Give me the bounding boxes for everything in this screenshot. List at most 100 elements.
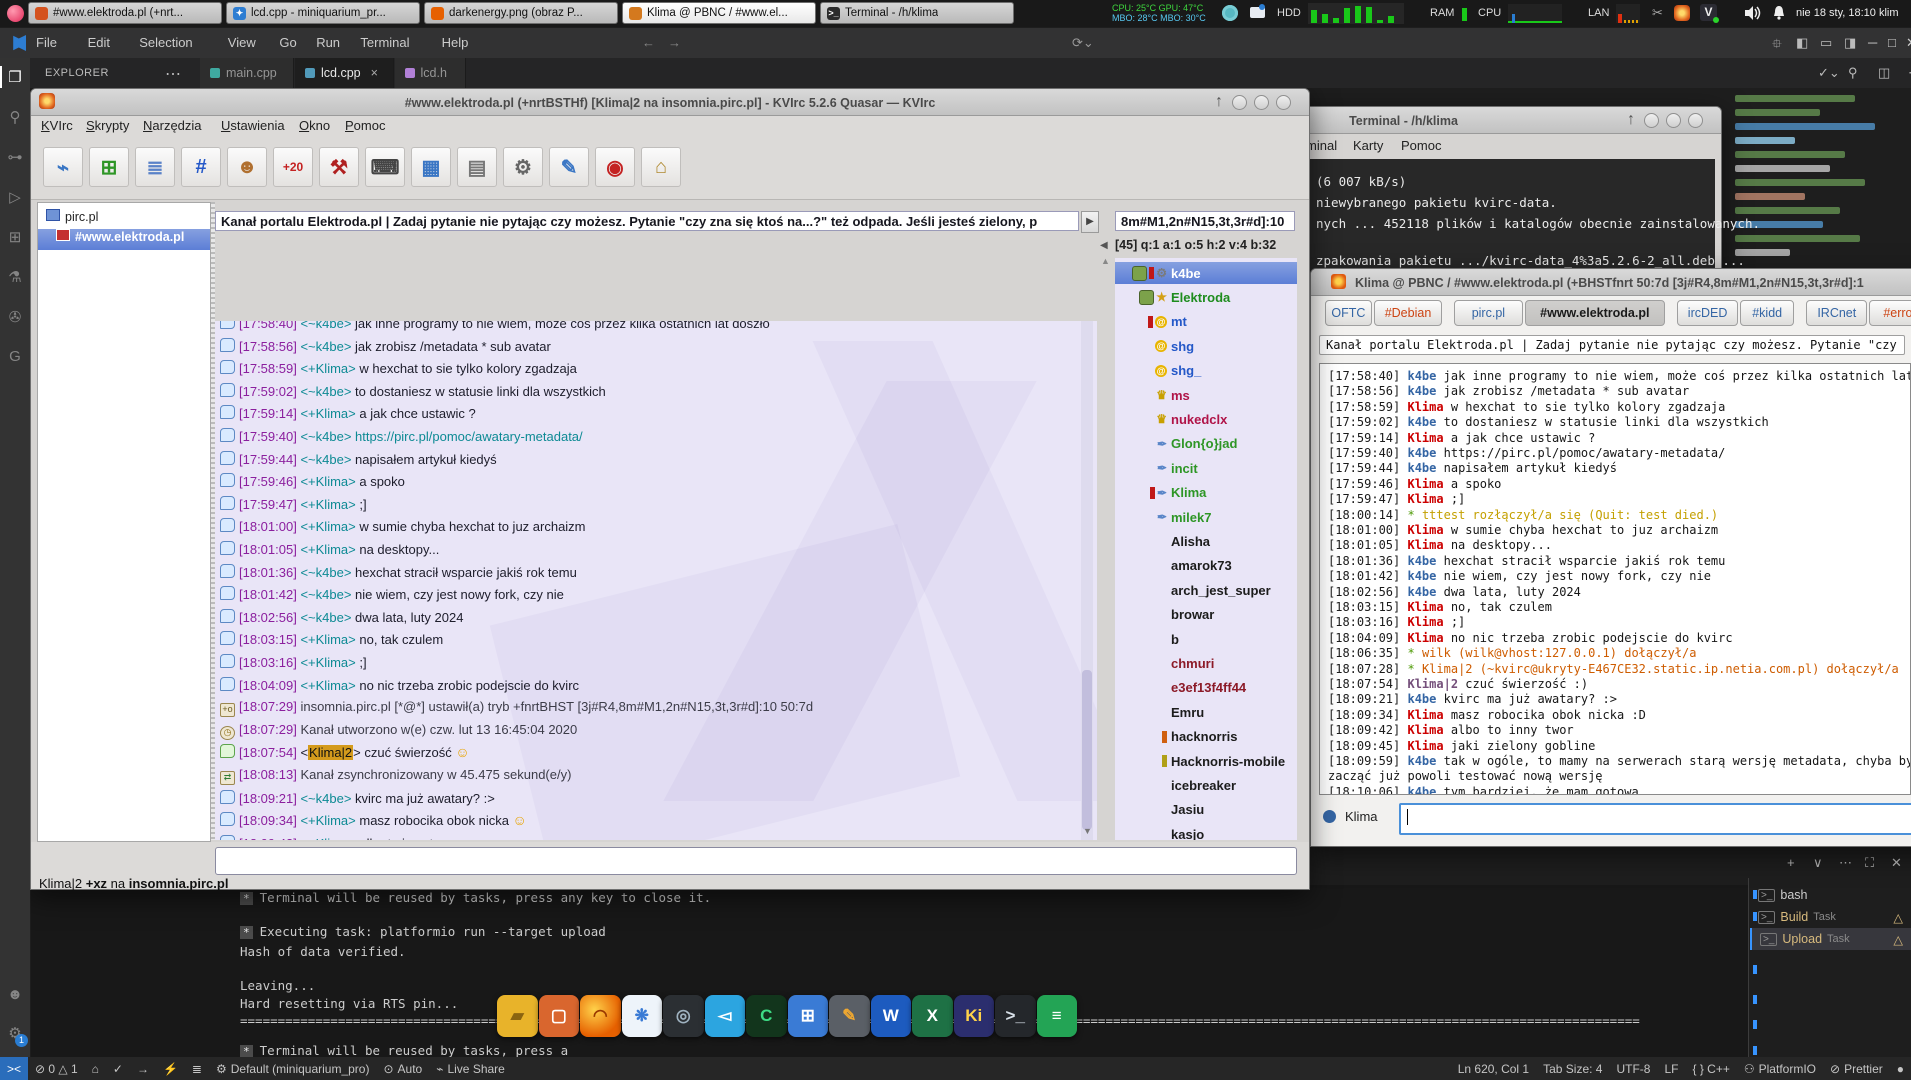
activity-platformio-icon[interactable]: G (0, 348, 30, 365)
menu-selection[interactable]: Selection (139, 35, 192, 50)
kvirc-message-input[interactable] (215, 847, 1297, 875)
activity-run-debug-icon[interactable]: ▷ (0, 188, 30, 206)
panel-new-terminal-icon[interactable]: + (1787, 855, 1795, 870)
taskbar-window-0[interactable]: #www.elektroda.pl (+nrt... (28, 2, 222, 24)
nicklist-item-hacknorris[interactable]: hacknorris (1115, 726, 1297, 748)
nick[interactable]: <+Klima> (300, 497, 355, 512)
channel-tab-kidd[interactable]: #kidd (1740, 300, 1794, 326)
channel-tab-pirc.pl[interactable]: pirc.pl (1454, 300, 1522, 326)
panel-panel-more-icon[interactable]: ⋯ (1839, 855, 1852, 871)
minimize-button[interactable] (1232, 95, 1247, 110)
mail-notification-icon[interactable] (1250, 7, 1265, 18)
clipboard-clip-icon[interactable]: ✂ (1652, 5, 1663, 21)
menu-go[interactable]: Go (279, 35, 296, 50)
status-notifications-bell[interactable]: ● (1890, 1062, 1911, 1076)
nav-back-icon[interactable]: ← (642, 35, 655, 50)
fan-icon[interactable] (1222, 5, 1238, 21)
nicklist-item-k4be[interactable]: ⚙k4be (1115, 262, 1297, 284)
help-icon[interactable]: ◉ (595, 147, 635, 187)
clock[interactable]: nie 18 sty, 18:10 klim (1796, 7, 1908, 19)
dock-excel[interactable]: X (912, 995, 953, 1037)
nicklist-item-ms[interactable]: ♛ms (1115, 384, 1297, 406)
pio-upload-icon[interactable]: → (130, 1062, 156, 1076)
highlighted-nick[interactable]: Klima|2 (308, 745, 353, 760)
status-encoding[interactable]: UTF-8 (1609, 1062, 1657, 1076)
chat-scrollbar-thumb[interactable] (1082, 670, 1092, 830)
terminal-menu-pomoc[interactable]: Pomoc (1401, 138, 1441, 153)
nicklist-item-e3ef13f4ff44[interactable]: e3ef13f4ff44 (1115, 677, 1297, 699)
channel-tab-ircDED[interactable]: ircDED (1677, 300, 1738, 326)
nick[interactable]: <+Klima> (300, 632, 355, 647)
nicklist-item-shg[interactable]: @shg (1115, 335, 1297, 357)
minimize-button[interactable] (1644, 113, 1659, 128)
dock-file-manager[interactable]: ▰ (497, 995, 538, 1037)
tab-lcd.cpp[interactable]: lcd.cpp× (295, 58, 394, 88)
nicklist-item-Glonojad[interactable]: ✒Glon{o}jad (1115, 433, 1297, 455)
dock-calculator[interactable]: ⊞ (788, 995, 829, 1037)
nicklist-item-Emru[interactable]: Emru (1115, 701, 1297, 723)
maximize-button[interactable] (1666, 113, 1681, 128)
nicklist-scroll-up-icon[interactable]: ▲ (1101, 256, 1110, 266)
nicklist-item-incit[interactable]: ✒incit (1115, 457, 1297, 479)
nick[interactable]: <~k4be> (300, 610, 351, 625)
activity-extensions-icon[interactable]: ⊞ (0, 228, 30, 246)
status-platformio[interactable]: ⚇PlatformIO (1737, 1062, 1823, 1076)
channel-tab-www.elektroda.pl[interactable]: #www.elektroda.pl (1525, 300, 1665, 326)
activity-source-control-icon[interactable]: ⊶ (0, 148, 30, 166)
nick[interactable]: <+Klima> (300, 836, 355, 840)
account-icon[interactable]: ☻ (0, 986, 30, 1003)
nick[interactable]: <~k4be> (300, 791, 351, 806)
dock-sheets[interactable]: ≡ (1037, 995, 1078, 1037)
activity-remote-icon[interactable]: ✇ (0, 308, 30, 326)
terminal-list-bash[interactable]: >_bash (1750, 884, 1911, 906)
terminal-list-upload[interactable]: >_UploadTask△ (1750, 928, 1911, 950)
close-button[interactable] (1276, 95, 1291, 110)
dock-image-editor[interactable]: ✎ (829, 995, 870, 1037)
panel-panel-maximize-icon[interactable]: ⛶ (1865, 855, 1874, 871)
nicklist-item-amarok73[interactable]: amarok73 (1115, 555, 1297, 577)
nick[interactable]: <~k4be> (300, 339, 351, 354)
dock-word[interactable]: W (871, 995, 912, 1037)
sync-dropdown-icon[interactable]: ⟳⌄ (1072, 35, 1094, 51)
nicklist-item-Klima[interactable]: ✒Klima (1115, 482, 1297, 504)
menu-help[interactable]: Help (442, 35, 469, 50)
kvirc-menu-5[interactable]: Pomoc (345, 118, 385, 133)
window-maximize-icon[interactable]: □ (1888, 35, 1896, 50)
nick[interactable]: <~k4be> (300, 587, 351, 602)
dock-terminal-app[interactable]: >_ (995, 995, 1036, 1037)
cpu-graph[interactable] (1508, 4, 1562, 23)
status-profile[interactable]: ⚙Default (miniquarium_pro) (209, 1062, 377, 1076)
hexchat-message-input[interactable] (1399, 803, 1911, 835)
channel-tab-error[interactable]: #error (1869, 300, 1911, 326)
nicklist-item-arch_jest_super[interactable]: arch_jest_super (1115, 579, 1297, 601)
kvirc-menu-3[interactable]: Ustawienia (221, 118, 285, 133)
counter-icon[interactable]: +20 (273, 147, 313, 187)
menu-view[interactable]: View (228, 35, 256, 50)
v-tray-icon[interactable]: V (1700, 4, 1717, 21)
volume-icon[interactable] (1744, 5, 1762, 21)
split-editor-icon[interactable]: ◫ (1878, 65, 1890, 81)
status-tab-size[interactable]: Tab Size: 4 (1536, 1062, 1609, 1076)
nicklist-collapse-icon[interactable]: ◀ (1100, 240, 1108, 251)
status-language-mode[interactable]: { } C++ (1686, 1062, 1737, 1076)
channels-icon[interactable]: # (181, 147, 221, 187)
topic-expand-icon[interactable]: ▶ (1081, 211, 1099, 233)
kvirc-titlebar[interactable]: #www.elektroda.pl (+nrtBSTHf) [Klima|2 n… (31, 89, 1309, 116)
shade-icon[interactable]: ↑ (1215, 93, 1223, 111)
dock-green-c-app[interactable]: C (746, 995, 787, 1037)
close-button[interactable] (1688, 113, 1703, 128)
dock-camera-lens[interactable]: ◎ (663, 995, 704, 1037)
dock-libreoffice-impress[interactable]: ▢ (539, 995, 580, 1037)
status-cursor-position[interactable]: Ln 620, Col 1 (1451, 1062, 1536, 1076)
hdd-meter[interactable] (1308, 3, 1404, 24)
dock-web-browser[interactable]: ❋ (622, 995, 663, 1037)
dock-telegram[interactable]: ◅ (705, 995, 746, 1037)
activity-search-icon[interactable]: ⚲ (0, 108, 30, 126)
menu-file[interactable]: File (36, 35, 57, 50)
pio-list-icon[interactable]: ≣ (185, 1062, 209, 1076)
hexchat-titlebar[interactable]: Klima @ PBNC / #www.elektroda.pl (+BHSTf… (1311, 269, 1911, 296)
nick[interactable]: <+Klima> (300, 542, 355, 557)
server-list-icon[interactable]: ≣ (135, 147, 175, 187)
channel-tab-IRCnet[interactable]: IRCnet (1806, 300, 1867, 326)
home-icon[interactable]: ⌂ (641, 147, 681, 187)
